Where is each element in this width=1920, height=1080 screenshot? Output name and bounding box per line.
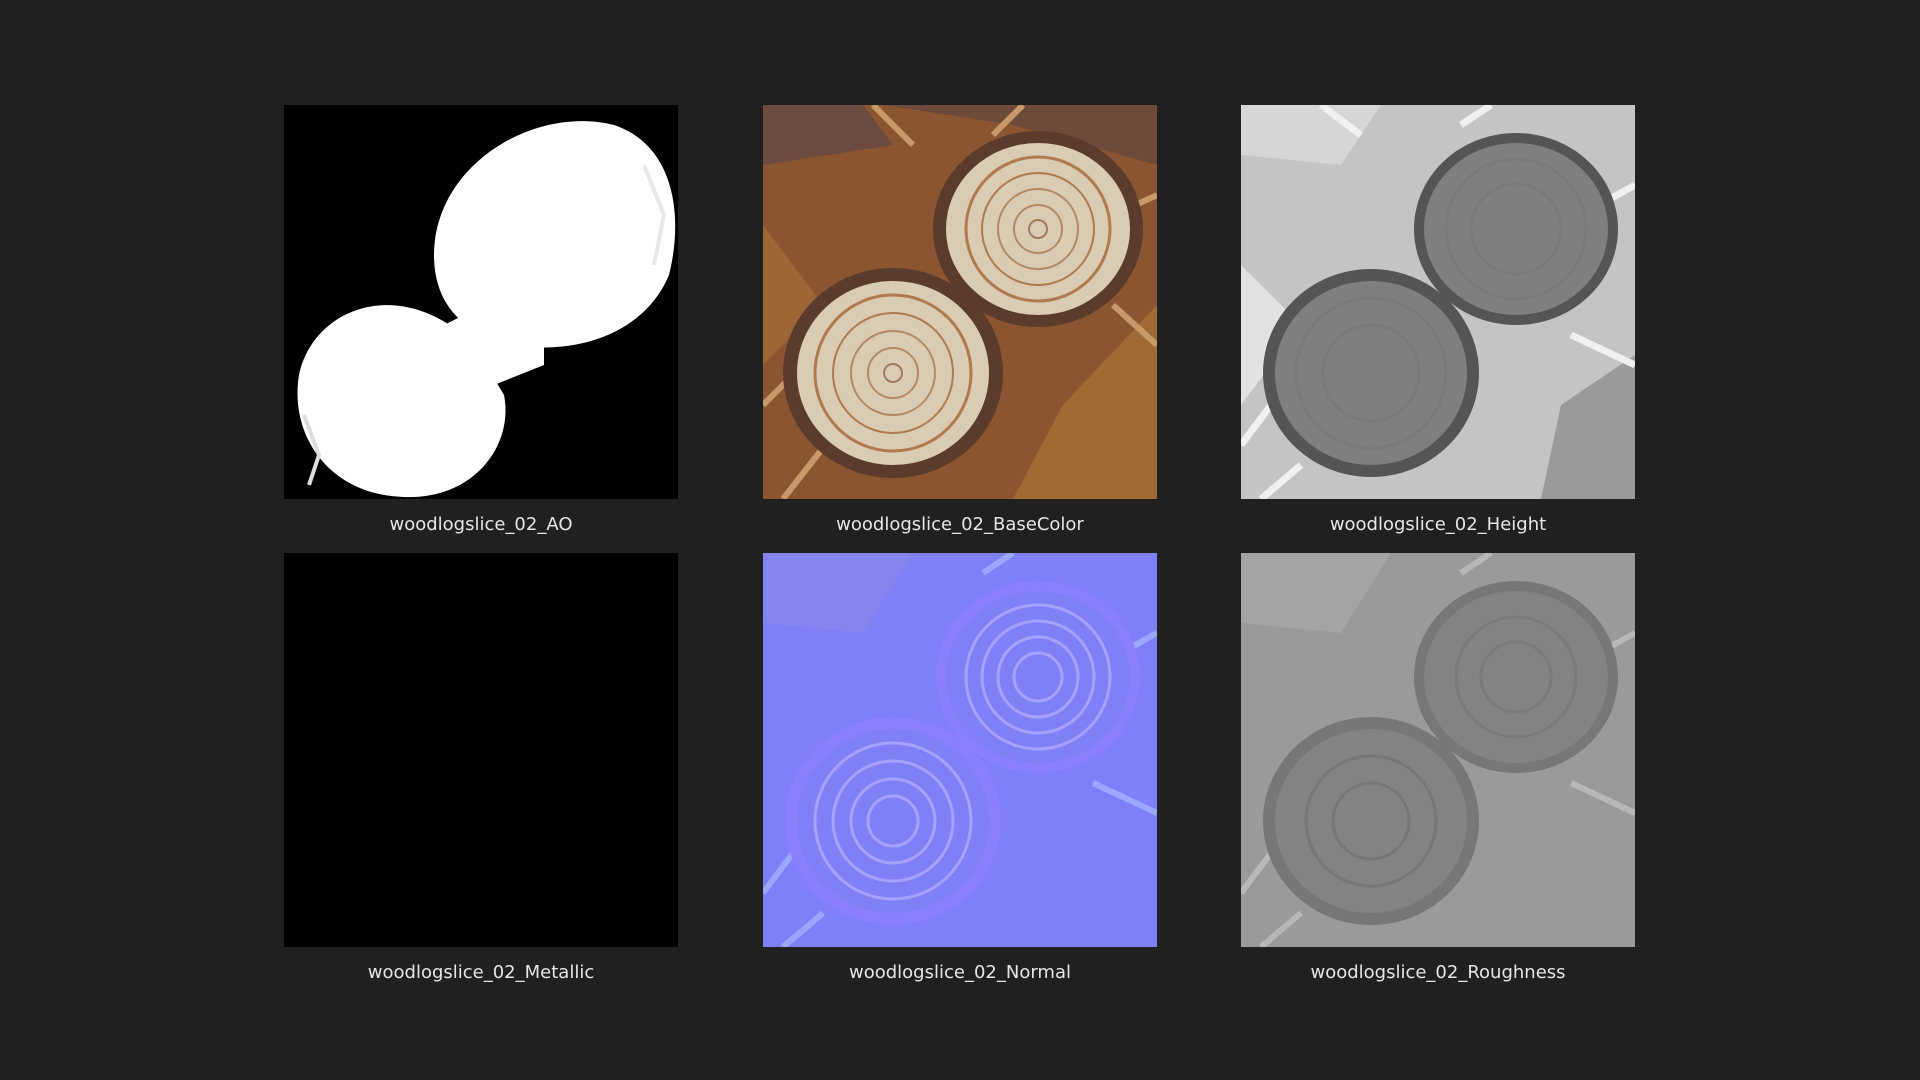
basecolor-map-preview[interactable]	[763, 105, 1157, 499]
thumbnail-caption: woodlogslice_02_Height	[1329, 514, 1547, 535]
height-map-preview[interactable]	[1241, 105, 1635, 499]
thumbnail-caption: woodlogslice_02_AO	[389, 514, 573, 535]
texture-thumbnail-grid: woodlogslice_02_AO woodlogslice_02_BaseC…	[0, 0, 1920, 1080]
basecolor-map-image	[763, 105, 1157, 499]
metallic-map-preview[interactable]	[284, 553, 678, 947]
normal-map-preview[interactable]	[763, 553, 1157, 947]
thumbnail-caption: woodlogslice_02_BaseColor	[836, 514, 1084, 535]
ao-map-image	[284, 105, 678, 499]
metallic-map-image	[284, 553, 678, 947]
normal-map-image	[763, 553, 1157, 947]
height-map-image	[1241, 105, 1635, 499]
roughness-map-image	[1241, 553, 1635, 947]
thumbnail-caption: woodlogslice_02_Normal	[849, 962, 1071, 983]
roughness-map-preview[interactable]	[1241, 553, 1635, 947]
thumbnail-caption: woodlogslice_02_Metallic	[367, 962, 595, 983]
ao-map-preview[interactable]	[284, 105, 678, 499]
thumbnail-caption: woodlogslice_02_Roughness	[1310, 962, 1566, 983]
wood-slice-lower	[783, 268, 1003, 478]
